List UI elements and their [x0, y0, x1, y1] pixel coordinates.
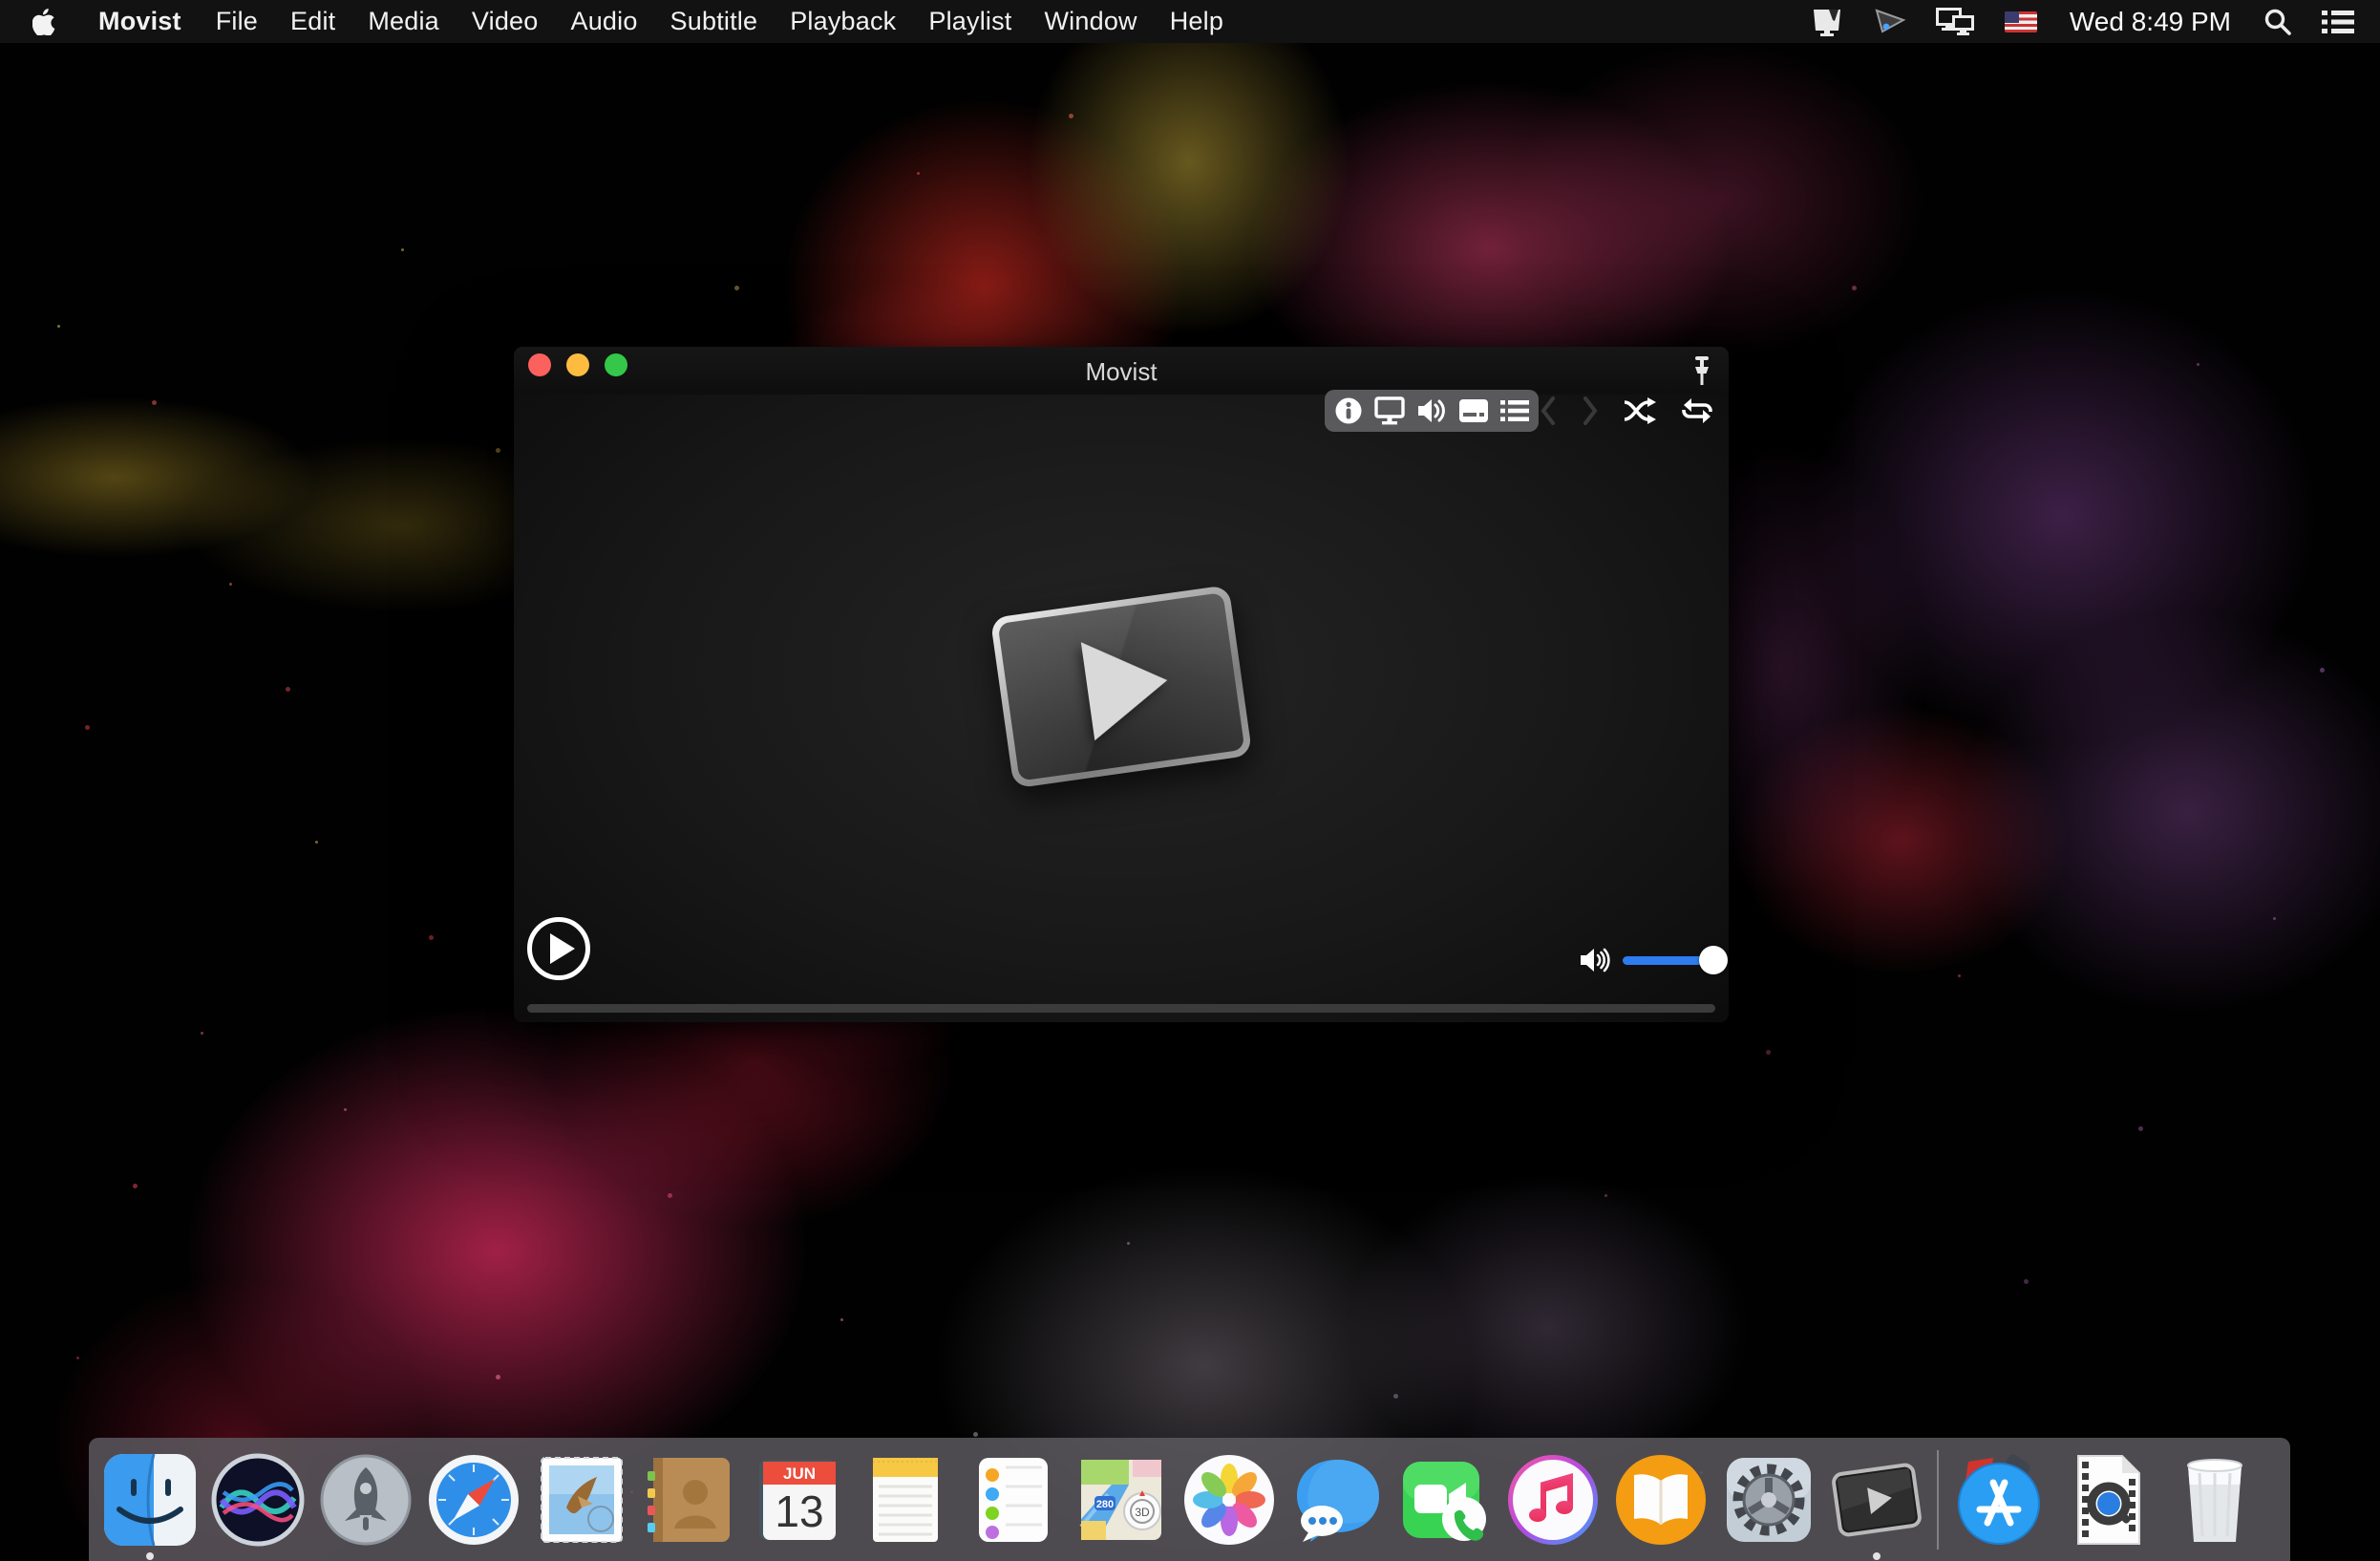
- dock: JUN 13 280 3D: [89, 1438, 2290, 1561]
- apple-logo-icon: [32, 8, 55, 35]
- svg-text:3D: 3D: [1135, 1506, 1150, 1519]
- menu-item-playlist[interactable]: Playlist: [912, 0, 1028, 43]
- ibooks-icon: [1616, 1454, 1706, 1545]
- movist-logo-screen: [997, 591, 1245, 781]
- app-store-icon: [1958, 1454, 2040, 1545]
- finder-icon: [104, 1453, 196, 1546]
- movist-logo-frame: [989, 584, 1253, 788]
- dock-item-notes[interactable]: [858, 1452, 953, 1548]
- input-source-flag-icon[interactable]: [2004, 11, 2037, 32]
- svg-text:13: 13: [775, 1486, 823, 1536]
- media-info-icon[interactable]: [1330, 393, 1367, 429]
- audio-speaker-icon[interactable]: [1413, 393, 1450, 429]
- svg-text:280: 280: [1096, 1499, 1114, 1510]
- dock-separator: [1937, 1449, 1939, 1550]
- dock-item-movist[interactable]: [1829, 1452, 1924, 1560]
- dock-item-siri[interactable]: [210, 1452, 306, 1548]
- movist-logo: [989, 584, 1253, 788]
- display-mirroring-icon[interactable]: [1935, 0, 1976, 43]
- menu-item-file[interactable]: File: [200, 0, 274, 43]
- display-corner-icon[interactable]: [1810, 0, 1844, 43]
- launchpad-icon: [320, 1454, 412, 1545]
- spotlight-icon[interactable]: [2263, 0, 2292, 43]
- projector-icon[interactable]: [1873, 0, 1907, 43]
- next-icon[interactable]: [1581, 396, 1600, 426]
- notification-center-icon[interactable]: [2321, 0, 2355, 43]
- menu-item-playback[interactable]: Playback: [774, 0, 912, 43]
- photos-icon: [1184, 1454, 1274, 1545]
- dock-item-finder[interactable]: [102, 1452, 198, 1560]
- reminders-icon: [979, 1457, 1048, 1542]
- itunes-icon: [1508, 1454, 1598, 1545]
- apple-menu[interactable]: [0, 0, 80, 43]
- menu-item-help[interactable]: Help: [1154, 0, 1240, 43]
- notes-icon: [873, 1457, 938, 1542]
- menu-bar: Movist File Edit Media Video Audio Subti…: [0, 0, 2380, 43]
- volume-slider[interactable]: [1623, 946, 1728, 974]
- menu-item-video[interactable]: Video: [456, 0, 555, 43]
- movist-player-window: Movist: [514, 347, 1729, 1022]
- window-titlebar[interactable]: Movist: [514, 347, 1729, 395]
- dock-item-messages[interactable]: [1289, 1452, 1385, 1548]
- menu-item-edit[interactable]: Edit: [274, 0, 351, 43]
- dock-item-trash[interactable]: [2167, 1452, 2263, 1548]
- repeat-icon[interactable]: [1680, 396, 1714, 425]
- dock-item-itunes[interactable]: [1505, 1452, 1601, 1548]
- menu-item-audio[interactable]: Audio: [554, 0, 653, 43]
- seek-bar[interactable]: [527, 1004, 1715, 1013]
- desktop: Movist File Edit Media Video Audio Subti…: [0, 0, 2380, 1561]
- facetime-icon: [1403, 1461, 1486, 1541]
- trash-icon: [2187, 1458, 2242, 1542]
- menu-item-subtitle[interactable]: Subtitle: [654, 0, 775, 43]
- pin-icon[interactable]: [1689, 355, 1715, 391]
- dock-item-safari[interactable]: [426, 1452, 521, 1548]
- system-preferences-icon: [1727, 1457, 1811, 1542]
- window-toolbar: [1325, 390, 1539, 432]
- quicktime-document-icon: [2077, 1454, 2140, 1545]
- volume-speaker-icon[interactable]: [1579, 945, 1611, 975]
- dock-item-launchpad[interactable]: [318, 1452, 414, 1548]
- play-button[interactable]: [527, 917, 590, 980]
- menu-item-window[interactable]: Window: [1029, 0, 1154, 43]
- dock-item-quicktime-document[interactable]: [2059, 1452, 2155, 1548]
- transport-controls: [1539, 390, 1714, 432]
- menu-bar-clock[interactable]: Wed 8:49 PM: [2066, 7, 2235, 37]
- volume-control: [1579, 945, 1728, 975]
- movist-logo-play-icon: [1080, 631, 1175, 740]
- dock-item-app-store[interactable]: [1951, 1452, 2047, 1548]
- subtitle-icon[interactable]: [1456, 393, 1492, 429]
- dock-item-calendar[interactable]: JUN 13: [750, 1452, 845, 1548]
- dock-item-mail[interactable]: [534, 1452, 629, 1548]
- volume-slider-knob[interactable]: [1699, 946, 1728, 974]
- siri-icon: [211, 1453, 305, 1546]
- dock-item-facetime[interactable]: [1397, 1452, 1493, 1548]
- shuffle-icon[interactable]: [1623, 396, 1657, 425]
- svg-text:JUN: JUN: [783, 1465, 816, 1483]
- dock-item-maps[interactable]: 280 3D: [1073, 1452, 1169, 1548]
- previous-icon[interactable]: [1539, 396, 1558, 426]
- messages-icon: [1297, 1459, 1379, 1542]
- dock-item-photos[interactable]: [1181, 1452, 1277, 1548]
- menu-item-media[interactable]: Media: [351, 0, 456, 43]
- dock-item-ibooks[interactable]: [1613, 1452, 1709, 1548]
- maps-icon: 280 3D: [1079, 1459, 1161, 1540]
- movist-running-indicator: [1873, 1551, 1881, 1560]
- dock-item-contacts[interactable]: [642, 1452, 737, 1548]
- finder-running-indicator: [146, 1551, 154, 1560]
- dock-item-reminders[interactable]: [966, 1452, 1061, 1548]
- mail-icon: [541, 1456, 623, 1543]
- dock-item-system-preferences[interactable]: [1721, 1452, 1817, 1548]
- menu-item-movist[interactable]: Movist: [80, 0, 200, 43]
- play-icon: [549, 933, 575, 964]
- calendar-icon: JUN 13: [759, 1459, 836, 1540]
- contacts-icon: [648, 1457, 730, 1542]
- window-title: Movist: [1085, 357, 1158, 386]
- safari-icon: [429, 1454, 519, 1545]
- movist-dock-icon: [1832, 1463, 1922, 1536]
- video-display-icon[interactable]: [1371, 393, 1408, 429]
- playlist-icon[interactable]: [1497, 393, 1533, 429]
